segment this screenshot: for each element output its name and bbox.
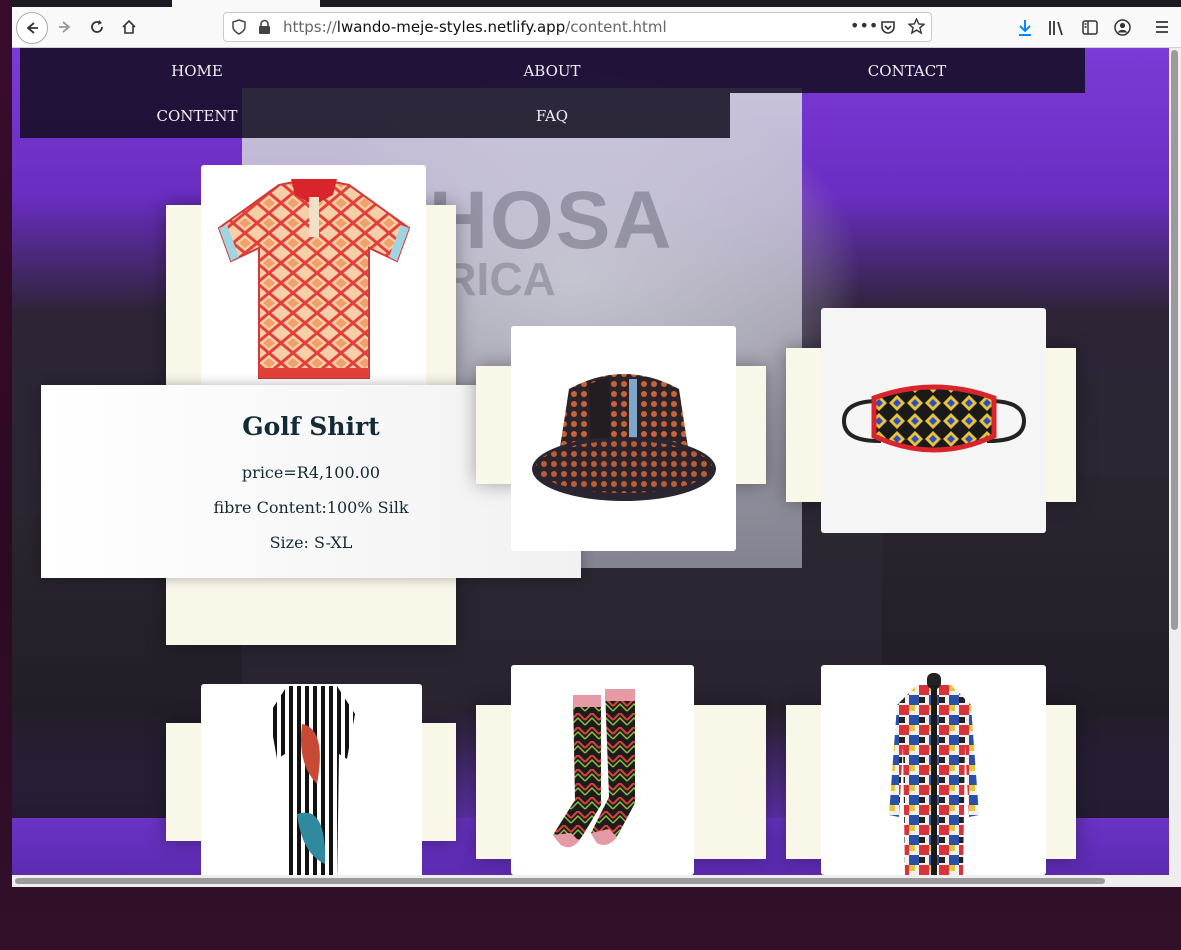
home-icon — [122, 19, 136, 34]
tab-strip — [12, 0, 1181, 7]
menu-icon[interactable] — [1155, 20, 1169, 34]
url-bar[interactable]: https://lwando-meje-styles.netlify.app/c… — [223, 12, 932, 42]
product-image-bucket-hat[interactable] — [511, 326, 736, 551]
account-icon[interactable] — [1114, 19, 1131, 36]
vertical-scrollbar[interactable] — [1169, 48, 1181, 875]
vertical-scrollbar-thumb[interactable] — [1171, 50, 1178, 630]
url-path: /content.html — [565, 18, 667, 36]
product-image-socks[interactable] — [511, 665, 694, 875]
product-image-golf-shirt[interactable] — [201, 165, 426, 390]
sidebar-icon[interactable] — [1082, 20, 1098, 35]
horizontal-scrollbar[interactable] — [12, 875, 1181, 887]
nav-link-contact[interactable]: CONTACT — [807, 62, 1007, 80]
product-image-striped-dress[interactable] — [201, 684, 422, 875]
pocket-icon[interactable] — [880, 19, 896, 35]
main-nav: HOME ABOUT CONTACT CONTENT FAQ — [20, 48, 1085, 138]
product-fibre: fibre Content:100% Silk — [213, 498, 409, 517]
forward-icon — [59, 21, 71, 33]
browser-window: https://lwando-meje-styles.netlify.app/c… — [12, 0, 1181, 887]
forward-button[interactable] — [50, 12, 80, 42]
page-viewport[interactable]: XHOSA AFRICA HOME ABOUT CONTACT CONTENT … — [12, 48, 1169, 875]
star-icon[interactable] — [908, 18, 925, 35]
home-button[interactable] — [114, 12, 144, 42]
url-scheme: https:// — [283, 18, 337, 36]
nav-link-home[interactable]: HOME — [97, 62, 297, 80]
library-icon[interactable] — [1048, 20, 1066, 36]
back-button[interactable] — [16, 12, 48, 44]
shield-icon[interactable] — [232, 19, 246, 35]
shirt-icon — [217, 178, 410, 379]
active-tab[interactable] — [172, 0, 320, 7]
more-icon[interactable]: ••• — [850, 16, 878, 35]
url-host: lwando-meje-styles.netlify.app — [336, 18, 566, 36]
nav-link-content[interactable]: CONTENT — [97, 107, 297, 125]
dress-icon — [268, 686, 355, 875]
download-icon[interactable] — [1017, 19, 1033, 37]
product-image-long-coat[interactable] — [821, 665, 1046, 875]
nav-link-faq[interactable]: FAQ — [452, 107, 652, 125]
coat-icon — [888, 673, 979, 875]
navigation-toolbar: https://lwando-meje-styles.netlify.app/c… — [12, 7, 1181, 48]
reload-button[interactable] — [82, 12, 112, 42]
lock-icon[interactable] — [258, 19, 271, 35]
product-size: Size: S-XL — [269, 533, 353, 552]
hat-icon — [531, 373, 716, 501]
mask-icon — [841, 384, 1026, 452]
back-icon — [26, 22, 38, 34]
socks-icon — [552, 689, 635, 848]
product-image-face-mask[interactable] — [821, 308, 1046, 533]
url-text[interactable]: https://lwando-meje-styles.netlify.app/c… — [283, 18, 667, 36]
nav-link-about[interactable]: ABOUT — [452, 62, 652, 80]
horizontal-scrollbar-thumb[interactable] — [15, 878, 1105, 884]
reload-icon — [91, 20, 103, 33]
